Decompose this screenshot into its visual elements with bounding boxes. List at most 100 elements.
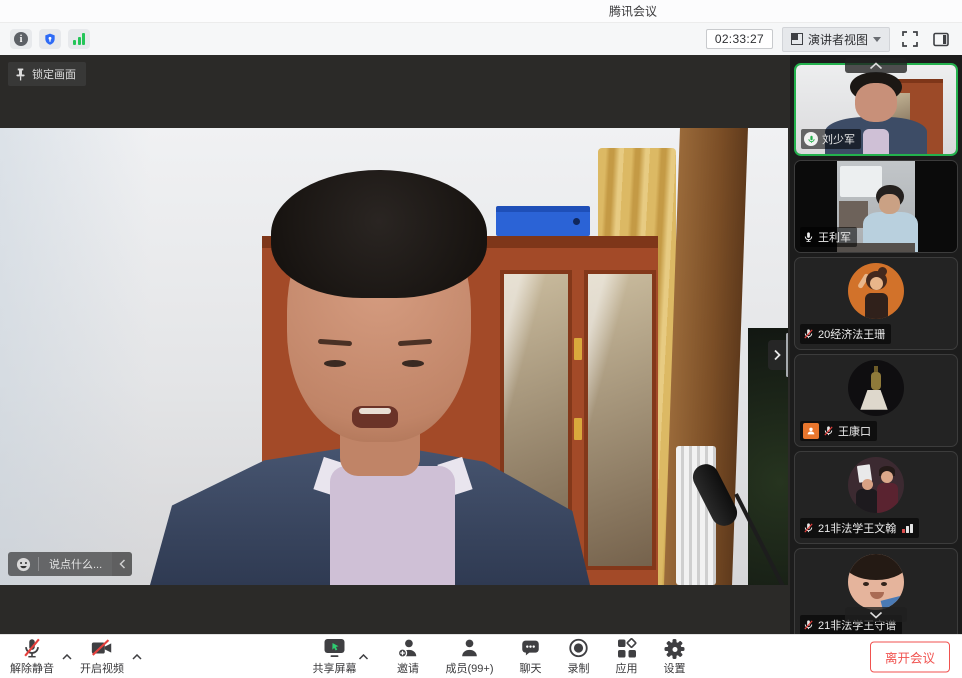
- participant-nameplate: 王康口: [800, 421, 877, 441]
- leave-meeting-button[interactable]: 离开会议: [870, 641, 950, 672]
- header-left-icons: i: [10, 29, 90, 49]
- chat-button[interactable]: 聊天: [520, 637, 542, 676]
- tencent-meeting-window: 腾讯会议 i 02:33:27 演讲者视图: [0, 0, 962, 678]
- speaker-shirt: [330, 466, 455, 585]
- settings-label: 设置: [664, 660, 686, 676]
- security-button[interactable]: [39, 29, 61, 49]
- quick-chat-bar[interactable]: 说点什么...: [8, 552, 132, 576]
- mic-options-button[interactable]: [60, 642, 74, 672]
- pin-icon: [15, 68, 26, 81]
- participant-nameplate: 20经济法王珊: [800, 324, 891, 344]
- sidebar-toggle-icon: [933, 32, 949, 47]
- member-badge-icon: [803, 423, 819, 439]
- participants-sidebar: 刘少军 王利军: [790, 55, 962, 635]
- participant-name: 20经济法王珊: [818, 326, 885, 342]
- settings-button[interactable]: 设置: [664, 637, 686, 676]
- mic-muted-icon: [823, 425, 834, 437]
- pin-view-label: 锁定画面: [32, 66, 76, 82]
- participant-name: 21非法学王文翰: [818, 520, 896, 536]
- pin-view-button[interactable]: 锁定画面: [8, 62, 86, 86]
- toolbar-left-group: 解除静音 开启视频: [10, 635, 144, 678]
- start-video-button[interactable]: 开启视频: [80, 637, 124, 676]
- speaker-view-icon: [791, 33, 803, 45]
- mic-muted-icon: [803, 522, 814, 534]
- members-label: 成员(99+): [446, 660, 494, 676]
- window-titlebar: 腾讯会议: [0, 0, 962, 23]
- sidebar-toggle-button[interactable]: [930, 29, 952, 49]
- bookcase-hinge: [574, 418, 582, 440]
- bottom-toolbar: 解除静音 开启视频: [0, 634, 962, 678]
- gear-icon: [665, 637, 685, 659]
- mic-muted-icon: [803, 328, 814, 340]
- participant-name: 王康口: [838, 423, 871, 439]
- apps-button[interactable]: 应用: [616, 637, 638, 676]
- participant-tile[interactable]: 王康口: [794, 354, 958, 447]
- meeting-info-button[interactable]: i: [10, 29, 32, 49]
- main-video-stage: 锁定画面: [0, 55, 788, 635]
- bookcase-glass-door: [584, 270, 656, 570]
- chevron-up-icon: [62, 654, 72, 660]
- weak-network-icon: [902, 524, 913, 533]
- avatar: [848, 360, 904, 416]
- avatar: [848, 554, 904, 610]
- unmute-button[interactable]: 解除静音: [10, 637, 54, 676]
- collapse-chat-button[interactable]: [112, 552, 132, 576]
- participant-tile[interactable]: 王利军: [794, 160, 958, 253]
- members-button[interactable]: 成员(99+): [446, 637, 494, 676]
- participant-tile[interactable]: 刘少军: [794, 63, 958, 156]
- participant-tile[interactable]: 20经济法王珊: [794, 257, 958, 350]
- fullscreen-icon: [902, 31, 918, 47]
- fullscreen-button[interactable]: [899, 29, 921, 49]
- speaker-hair: [271, 170, 487, 298]
- meeting-header-bar: i 02:33:27 演讲者视图: [0, 23, 962, 55]
- invite-label: 邀请: [397, 660, 419, 676]
- chevron-up-icon: [359, 654, 369, 660]
- start-video-label: 开启视频: [80, 660, 124, 676]
- speaker-mouth: [352, 406, 398, 428]
- meeting-main-area: 锁定画面: [0, 55, 962, 635]
- camera-off-icon: [90, 637, 114, 659]
- avatar: [848, 457, 904, 513]
- security-shield-icon: [43, 32, 57, 47]
- invite-button[interactable]: 邀请: [397, 637, 420, 676]
- participant-tile[interactable]: 21非法学王文翰: [794, 451, 958, 544]
- scroll-up-button[interactable]: [845, 58, 907, 73]
- mic-muted-icon: [803, 619, 814, 631]
- scroll-down-button[interactable]: [845, 607, 907, 622]
- splitter-grip[interactable]: [786, 333, 788, 377]
- chat-bubble-icon: [520, 637, 542, 659]
- avatar: [848, 263, 904, 319]
- unmute-label: 解除静音: [10, 660, 54, 676]
- header-right-controls: 02:33:27 演讲者视图: [706, 27, 952, 52]
- share-screen-icon: [323, 637, 347, 659]
- chat-label: 聊天: [520, 660, 542, 676]
- share-screen-button[interactable]: 共享屏幕: [313, 637, 357, 676]
- wall-tint: [0, 128, 150, 585]
- view-mode-label: 演讲者视图: [808, 31, 868, 48]
- share-options-button[interactable]: [357, 642, 371, 672]
- record-icon: [568, 637, 590, 659]
- bookcase-hinge: [574, 338, 582, 360]
- chevron-right-icon: [773, 349, 781, 361]
- network-status-button[interactable]: [68, 29, 90, 49]
- video-options-button[interactable]: [130, 642, 144, 672]
- record-label: 录制: [568, 660, 590, 676]
- chat-input-placeholder[interactable]: 说点什么...: [39, 556, 112, 572]
- mic-on-icon: [804, 132, 818, 146]
- view-mode-button[interactable]: 演讲者视图: [782, 27, 890, 52]
- sidebar-expand-handle[interactable]: [768, 340, 786, 370]
- members-icon: [459, 637, 481, 659]
- main-speaker-video: [0, 128, 788, 585]
- emoji-icon[interactable]: [8, 557, 38, 572]
- chevron-up-icon: [869, 62, 883, 70]
- participant-name: 刘少军: [822, 131, 855, 147]
- blue-binder: [496, 206, 590, 236]
- speaker-eye: [324, 360, 346, 367]
- apps-grid-icon: [616, 637, 637, 659]
- participant-nameplate: 刘少军: [801, 129, 861, 149]
- meeting-timer: 02:33:27: [706, 29, 773, 49]
- toolbar-center-group: 共享屏幕 邀请: [313, 635, 686, 678]
- record-button[interactable]: 录制: [568, 637, 590, 676]
- participant-nameplate: 21非法学王文翰: [800, 518, 919, 538]
- participant-nameplate: 王利军: [800, 227, 857, 247]
